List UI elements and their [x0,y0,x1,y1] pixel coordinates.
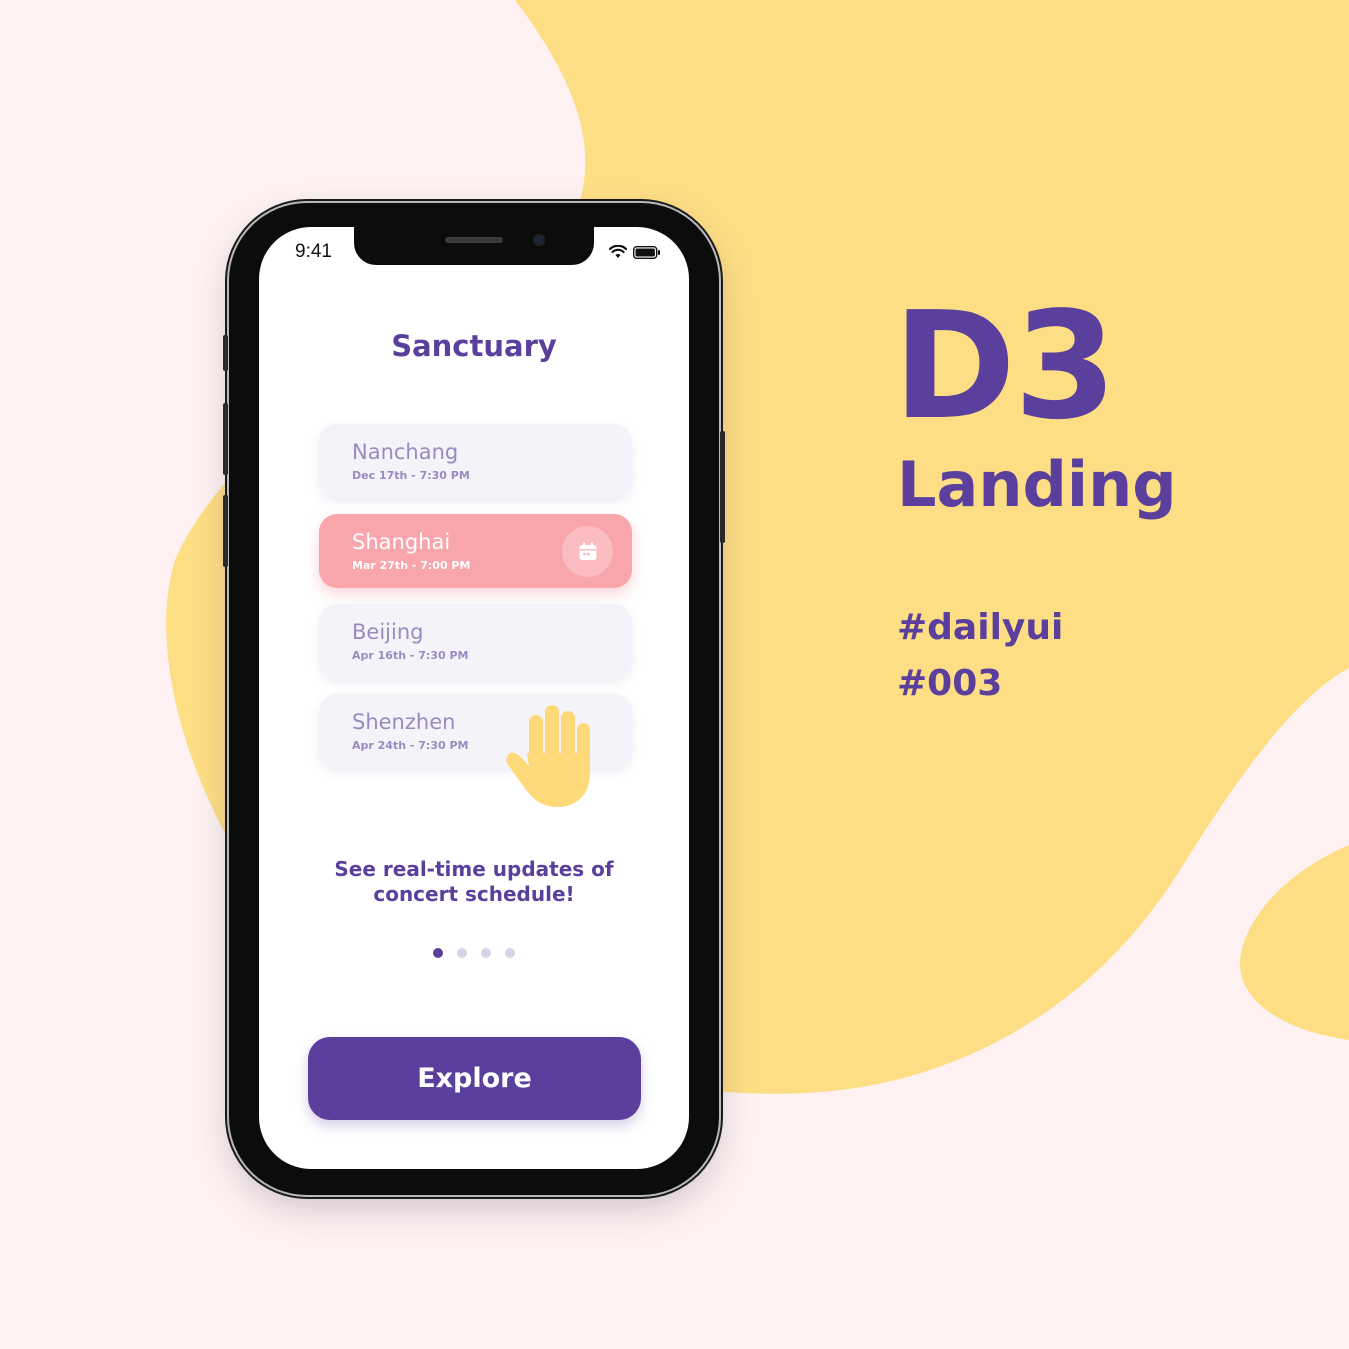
concert-date: Dec 17th - 7:30 PM [352,469,470,482]
phone-frame: 9:41 Sanctuary Nanchang Dec 17th - 7:30 … [223,203,725,1195]
status-time: 9:41 [295,241,332,262]
tagline: See real-time updates of concert schedul… [259,857,689,907]
concert-card-shanghai[interactable]: Shanghai Mar 27th - 7:00 PM [319,514,632,588]
concert-city: Shenzhen [352,710,456,734]
power-button [720,431,725,543]
volume-up-button [223,403,228,475]
concert-date: Apr 24th - 7:30 PM [352,739,469,752]
pagination-dots [433,948,515,958]
wifi-icon [609,245,627,258]
calendar-button[interactable] [562,526,613,577]
tagline-line-2: concert schedule! [373,882,575,906]
concert-city: Nanchang [352,440,459,464]
volume-down-button [223,495,228,567]
concert-date: Mar 27th - 7:00 PM [352,559,471,572]
app-title: Sanctuary [391,329,557,363]
mute-switch [223,335,228,371]
speaker [445,237,503,243]
raised-hand-icon [506,705,590,807]
pagination-dot-4[interactable] [505,948,515,958]
concert-city: Beijing [352,620,424,644]
hashtag-number: #003 [897,663,1003,704]
tagline-line-1: See real-time updates of [334,857,614,881]
status-icons [609,245,661,259]
front-camera [533,234,545,246]
notch [354,227,594,265]
pagination-dot-3[interactable] [481,948,491,958]
explore-button[interactable]: Explore [308,1037,641,1120]
phone-screen: 9:41 Sanctuary Nanchang Dec 17th - 7:30 … [259,227,689,1169]
pagination-dot-2[interactable] [457,948,467,958]
concert-card-beijing[interactable]: Beijing Apr 16th - 7:30 PM [319,604,632,678]
pagination-dot-1[interactable] [433,948,443,958]
hashtag-dailyui: #dailyui [897,607,1064,648]
hashtags: #dailyui #003 [897,600,1063,712]
design-code: D3 [893,280,1117,452]
headline: D3 Landing [893,292,1177,516]
design-title: Landing [897,448,1177,521]
concert-card-nanchang[interactable]: Nanchang Dec 17th - 7:30 PM [319,424,632,498]
concert-date: Apr 16th - 7:30 PM [352,649,469,662]
calendar-icon [579,542,596,560]
battery-icon [633,245,660,259]
concert-city: Shanghai [352,530,451,554]
